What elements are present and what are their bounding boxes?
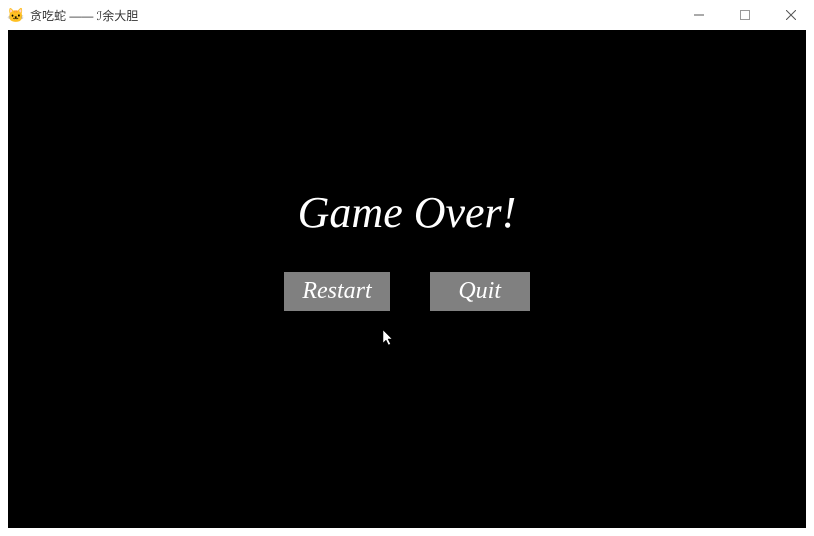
button-row: Restart Quit (284, 272, 529, 311)
quit-button[interactable]: Quit (430, 272, 530, 311)
game-over-message: Game Over! (298, 187, 517, 238)
titlebar: 🐱 贪吃蛇 —— ℐ余大胆 (0, 0, 814, 30)
maximize-button[interactable] (722, 0, 768, 30)
cursor-icon (383, 330, 395, 346)
window-title: 贪吃蛇 —— ℐ余大胆 (30, 7, 138, 24)
app-icon: 🐱 (8, 7, 24, 23)
game-area: Game Over! Restart Quit (8, 30, 806, 528)
window-frame: 🐱 贪吃蛇 —— ℐ余大胆 Game Over! Restart Quit (0, 0, 814, 536)
titlebar-left: 🐱 贪吃蛇 —— ℐ余大胆 (8, 7, 138, 24)
restart-button[interactable]: Restart (284, 272, 389, 311)
minimize-button[interactable] (676, 0, 722, 30)
close-button[interactable] (768, 0, 814, 30)
window-controls (676, 0, 814, 30)
